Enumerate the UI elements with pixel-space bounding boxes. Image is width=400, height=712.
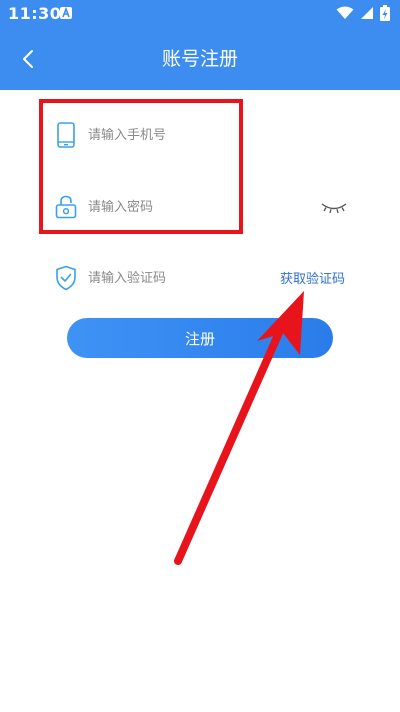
register-button[interactable]: 注册 bbox=[67, 318, 333, 358]
page-title: 账号注册 bbox=[161, 48, 238, 70]
password-field-row bbox=[55, 191, 228, 223]
password-input[interactable] bbox=[88, 197, 228, 217]
eye-closed-icon[interactable] bbox=[320, 200, 348, 216]
battery-charging-icon bbox=[380, 5, 390, 21]
status-icons bbox=[336, 5, 390, 21]
shield-check-icon bbox=[55, 265, 77, 291]
lock-icon bbox=[55, 194, 77, 220]
app-bar: 账号注册 bbox=[0, 28, 400, 90]
verification-field-row bbox=[55, 262, 228, 294]
status-bar: 11:30 bbox=[0, 0, 400, 28]
phone-field-row bbox=[55, 119, 228, 151]
phone-icon bbox=[55, 122, 77, 148]
get-code-button[interactable]: 获取验证码 bbox=[280, 268, 345, 287]
status-time: 11:30 bbox=[8, 4, 62, 23]
signal-icon bbox=[361, 7, 373, 19]
chevron-left-icon bbox=[23, 50, 33, 68]
a-badge-icon bbox=[60, 7, 72, 19]
verification-code-input[interactable] bbox=[88, 268, 228, 288]
phone-input[interactable] bbox=[88, 125, 228, 145]
wifi-icon bbox=[336, 6, 354, 19]
back-button[interactable] bbox=[14, 45, 42, 73]
